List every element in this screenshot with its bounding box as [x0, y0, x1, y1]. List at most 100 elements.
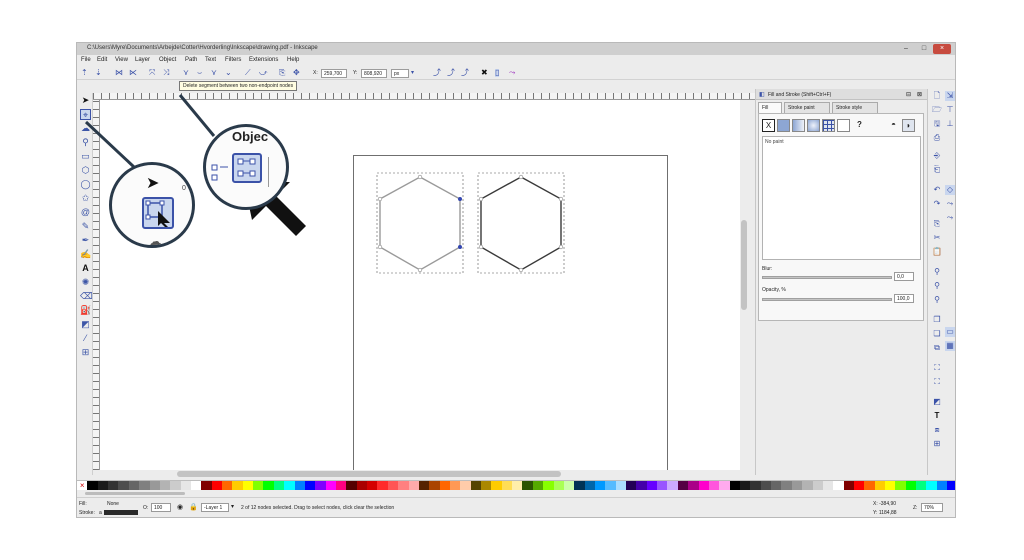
palette-swatch[interactable] [936, 481, 948, 490]
palette-swatch[interactable] [190, 481, 202, 490]
no-color-swatch[interactable]: × [77, 481, 88, 490]
menu-path[interactable]: Path [185, 57, 197, 63]
zoom-drawing-icon[interactable]: ⚲ [932, 281, 942, 291]
palette-swatch[interactable] [543, 481, 554, 490]
palette-swatch[interactable] [201, 481, 212, 490]
insert-node-icon[interactable]: ⇡ [81, 69, 88, 77]
palette-swatch[interactable] [128, 481, 140, 490]
palette-swatch[interactable] [139, 481, 150, 490]
tweak-tool-icon[interactable]: ☁ [80, 123, 91, 134]
palette-swatch[interactable] [822, 481, 834, 490]
palette-swatch[interactable] [947, 481, 955, 490]
menu-filters[interactable]: Filters [225, 57, 241, 63]
palette-swatch[interactable] [118, 481, 129, 490]
y-coordinate-field[interactable]: 808,920 [361, 69, 387, 78]
palette-swatch[interactable] [605, 481, 616, 490]
tab-stroke-paint[interactable]: Stroke paint [784, 102, 830, 113]
blur-value[interactable]: 0,0 [894, 272, 914, 281]
star-tool-icon[interactable]: ✩ [80, 193, 91, 204]
palette-swatch[interactable] [781, 481, 792, 490]
palette-swatch[interactable] [594, 481, 606, 490]
palette-swatch[interactable] [491, 481, 502, 490]
edit-clip-icon[interactable]: ⤴ [461, 69, 469, 77]
snap-toggle-icon[interactable]: ⇲ [945, 91, 955, 101]
layer-lock-icon[interactable]: 🔒 [189, 503, 198, 511]
vertical-scroll-thumb[interactable] [741, 220, 747, 310]
zoom-page-icon[interactable]: ⚲ [932, 295, 942, 305]
palette-swatch[interactable] [916, 481, 927, 490]
dock-iconify-icon[interactable]: ⊟ [906, 91, 911, 98]
palette-swatch[interactable] [294, 481, 305, 490]
palette-swatch[interactable] [242, 481, 254, 490]
xml-editor-icon[interactable]: ⊞ [932, 439, 942, 449]
palette-swatch[interactable] [304, 481, 316, 490]
palette-swatch[interactable] [812, 481, 823, 490]
palette-swatch[interactable] [470, 481, 482, 490]
gradient-tool-icon[interactable]: ◩ [80, 319, 91, 330]
palette-swatch[interactable] [325, 481, 336, 490]
text-font-icon[interactable]: T [932, 411, 942, 421]
layers-icon[interactable]: ⧈ [932, 425, 942, 435]
palette-swatch[interactable] [667, 481, 678, 490]
join-segment-icon[interactable]: ⤧ [149, 69, 155, 77]
clone-icon[interactable]: ❏ [932, 329, 942, 339]
palette-swatch[interactable] [553, 481, 564, 490]
palette-swatch[interactable] [263, 481, 274, 490]
palette-swatch[interactable] [636, 481, 647, 490]
node-tool-icon[interactable]: ⌖ [80, 109, 91, 120]
palette-scrollbar[interactable] [85, 491, 947, 496]
palette-swatch[interactable] [885, 481, 896, 490]
palette-swatch[interactable] [501, 481, 513, 490]
snap-intersections-icon[interactable]: ⤳ [945, 213, 955, 223]
unit-dropdown-icon[interactable]: ▾ [411, 69, 414, 77]
palette-swatch[interactable] [211, 481, 223, 490]
close-button[interactable]: × [933, 44, 951, 54]
save-icon[interactable]: 🖫 [932, 119, 942, 129]
palette-swatch[interactable] [760, 481, 772, 490]
palette-swatch[interactable] [481, 481, 492, 490]
palette-swatch[interactable] [729, 481, 740, 490]
x-coordinate-field[interactable]: 259,700 [321, 69, 347, 78]
delete-node-icon[interactable]: ⇣ [95, 69, 102, 77]
menu-layer[interactable]: Layer [135, 57, 150, 63]
layer-visibility-icon[interactable]: ◉ [177, 503, 183, 511]
opacity-field[interactable]: 100 [151, 503, 171, 512]
paint-bucket-tool-icon[interactable]: ⛽ [80, 305, 91, 316]
palette-swatch[interactable] [232, 481, 243, 490]
unlink-clone-icon[interactable]: ⧉ [932, 343, 942, 353]
menu-file[interactable]: File [81, 57, 91, 63]
menu-edit[interactable]: Edit [97, 57, 107, 63]
menu-view[interactable]: View [115, 57, 128, 63]
snap-edges-icon[interactable]: ⊥ [945, 119, 955, 129]
stroke-indicator[interactable] [104, 510, 138, 515]
snap-page-icon[interactable]: ▭ [945, 327, 955, 337]
palette-swatch[interactable] [926, 481, 937, 490]
palette-swatch[interactable] [771, 481, 782, 490]
unit-select[interactable]: px [391, 69, 409, 78]
palette-swatch[interactable] [108, 481, 119, 490]
redo-icon[interactable]: ↷ [932, 199, 942, 209]
palette-swatch[interactable] [646, 481, 658, 490]
spiral-tool-icon[interactable]: @ [80, 207, 91, 218]
palette-swatch[interactable] [97, 481, 109, 490]
smooth-node-icon[interactable]: ⌣ [197, 69, 202, 77]
fill-stroke-dialog-icon[interactable]: ◩ [932, 397, 942, 407]
line-segment-icon[interactable]: ⟋ [245, 69, 251, 77]
import-icon[interactable]: ⎆ [932, 151, 942, 161]
palette-swatch[interactable] [532, 481, 544, 490]
flat-color-button[interactable] [777, 119, 790, 132]
copy-icon[interactable]: ⎘ [932, 219, 942, 229]
spray-tool-icon[interactable]: ✺ [80, 277, 91, 288]
palette-scroll-thumb[interactable] [85, 492, 185, 495]
palette-swatch[interactable] [895, 481, 906, 490]
menu-object[interactable]: Object [159, 57, 176, 63]
unset-paint-button[interactable]: ? [853, 119, 866, 132]
palette-swatch[interactable] [284, 481, 295, 490]
snap-bbox-icon[interactable]: ⊤ [945, 105, 955, 115]
palette-swatch[interactable] [460, 481, 471, 490]
connector-tool-icon[interactable]: ⊞ [80, 347, 91, 358]
tab-stroke-style[interactable]: Stroke style [832, 102, 878, 113]
dock-close-icon[interactable]: ⊠ [917, 91, 922, 98]
palette-swatch[interactable] [615, 481, 627, 490]
palette-swatch[interactable] [698, 481, 709, 490]
